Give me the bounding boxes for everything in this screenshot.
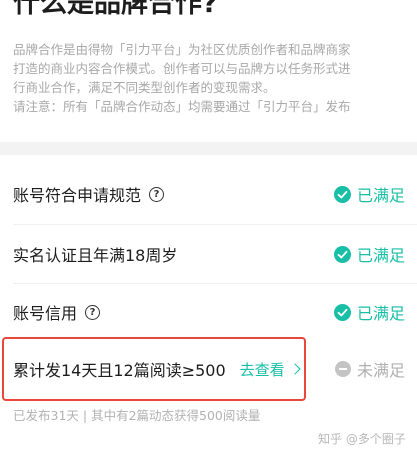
- status-met: 已满足: [333, 300, 405, 324]
- intro-card: 什么是品牌合作? 品牌合作是由得物「引力平台」为社区优质创作者和品牌商家 打造的…: [0, 0, 417, 142]
- requirement-label: 实名认证且年满18周岁: [13, 246, 178, 265]
- progress-note: 已发布31天 | 其中有2篇动态获得500阅读量: [13, 408, 261, 423]
- requirement-row-credit: 账号信用 已满足: [0, 283, 417, 341]
- status-unmet: 未满足: [334, 357, 405, 381]
- watermark: 知乎 @多个圈子: [318, 432, 406, 446]
- check-circle-icon: [333, 185, 351, 203]
- check-circle-icon: [333, 303, 351, 321]
- help-circle-icon[interactable]: [85, 304, 101, 320]
- description-line: 行商业合作，满足不同类型创作者的变现需求。: [13, 80, 276, 95]
- status-text: 已满足: [356, 304, 405, 323]
- status-text: 已满足: [356, 186, 405, 205]
- check-circle-icon: [333, 245, 351, 263]
- status-met: 已满足: [333, 242, 405, 266]
- description-line: 请注意：所有「品牌合作动态」均需要通过「引力平台」发布: [13, 99, 351, 114]
- requirement-row-real-name: 实名认证且年满18周岁 已满足: [0, 225, 417, 283]
- intro-description: 品牌合作是由得物「引力平台」为社区优质创作者和品牌商家 打造的商业内容合作模式。…: [13, 40, 413, 116]
- requirement-row-account-spec: 账号符合申请规范 已满足: [0, 165, 417, 223]
- status-text: 未满足: [356, 361, 405, 380]
- requirement-row-publish-count: 累计发14天且12篇阅读≥500 去查看 未满足: [0, 340, 417, 398]
- requirement-label: 账号符合申请规范: [13, 186, 142, 205]
- chevron-right-icon: [289, 363, 301, 375]
- link-text: 去查看: [239, 360, 285, 379]
- section-gap: [0, 142, 417, 155]
- description-line: 打造的商业内容合作模式。创作者可以与品牌方以任务形式进: [13, 61, 351, 76]
- help-circle-icon[interactable]: [149, 186, 165, 202]
- status-met: 已满足: [333, 182, 405, 206]
- requirement-label: 累计发14天且12篇阅读≥500: [13, 361, 226, 380]
- minus-circle-icon: [334, 361, 351, 377]
- page-title: 什么是品牌合作?: [13, 0, 218, 19]
- view-details-link[interactable]: 去查看: [239, 359, 301, 380]
- requirement-label: 账号信用: [13, 304, 78, 323]
- description-line: 品牌合作是由得物「引力平台」为社区优质创作者和品牌商家: [13, 42, 351, 57]
- status-text: 已满足: [356, 246, 405, 265]
